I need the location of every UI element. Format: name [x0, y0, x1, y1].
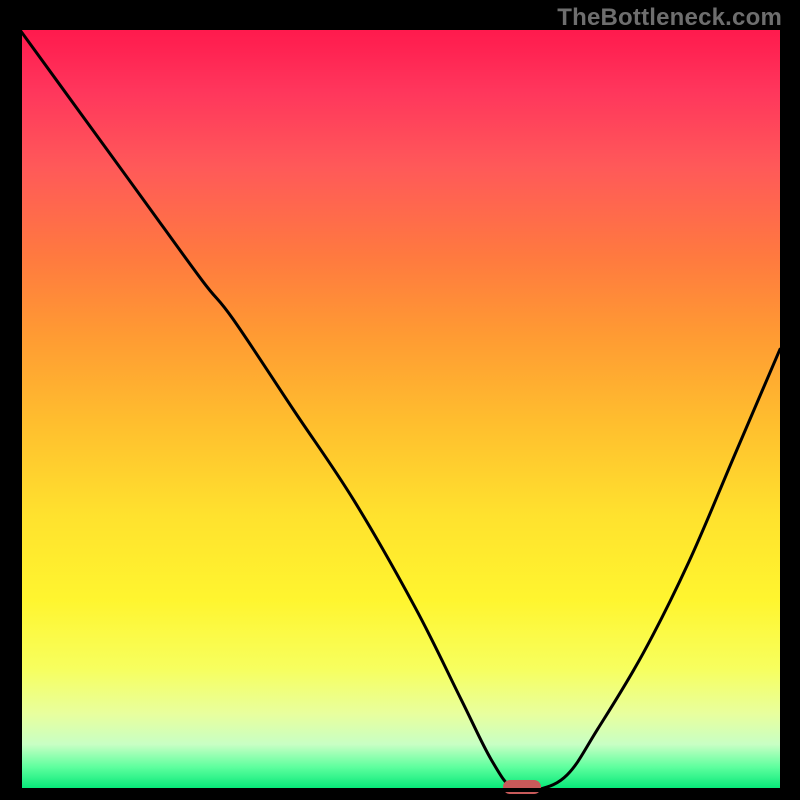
x-axis	[20, 788, 780, 792]
bottleneck-curve	[20, 30, 780, 790]
y-axis	[18, 30, 22, 790]
chart-frame	[20, 30, 780, 790]
watermark-text: TheBottleneck.com	[557, 4, 782, 32]
